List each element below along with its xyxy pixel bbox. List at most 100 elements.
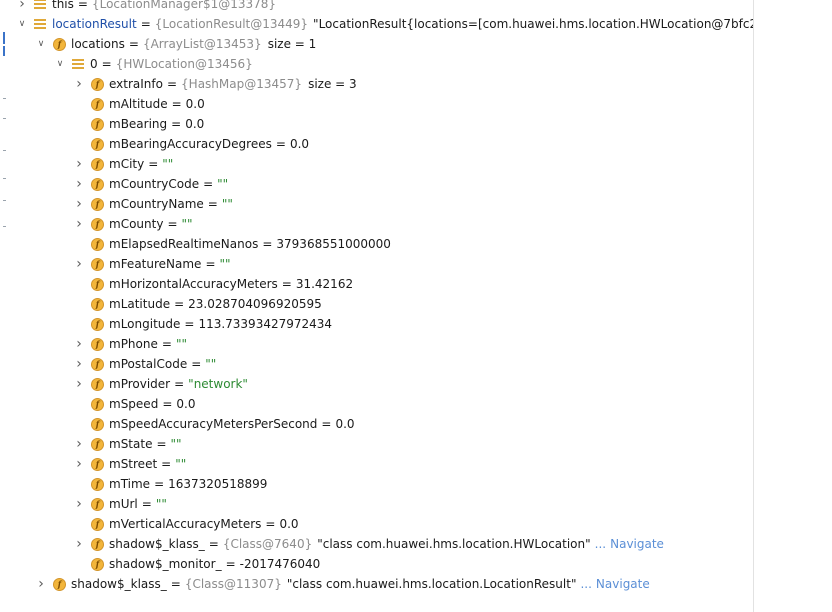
variable-row[interactable]: f mLatitude = 23.028704096920595 (73, 294, 322, 314)
variable-name: mBearing (109, 117, 168, 131)
variable-value: "" (170, 437, 182, 451)
equals-sign: = (275, 137, 286, 151)
chevron-right-icon[interactable]: › (73, 454, 85, 474)
variable-name: mState (109, 437, 153, 451)
equals-sign: = (77, 0, 88, 11)
variable-row[interactable]: f mTime = 1637320518899 (73, 474, 267, 494)
field-f-icon: f (91, 377, 104, 391)
variable-row[interactable]: f shadow$_monitor_ = -2017476040 (73, 554, 320, 574)
variable-name: mProvider (109, 377, 171, 391)
chevron-right-icon[interactable]: › (73, 334, 85, 354)
collection-size: size = 3 (308, 77, 357, 91)
equals-sign: = (281, 277, 292, 291)
variable-row[interactable]: f mLongitude = 113.73393427972434 (73, 314, 332, 334)
equals-sign: = (205, 257, 216, 271)
variable-value: 379368551000000 (276, 237, 391, 251)
equals-sign: = (170, 577, 181, 591)
equals-sign: = (141, 497, 152, 511)
variable-name: shadow$_klass_ (71, 577, 167, 591)
equals-sign: = (321, 417, 332, 431)
field-f-icon: f (91, 217, 104, 231)
variable-value: "class com.huawei.hms.location.HWLocatio… (317, 537, 591, 551)
equals-sign: = (203, 177, 214, 191)
variable-row[interactable]: f mBearing = 0.0 (73, 114, 204, 134)
chevron-right-icon[interactable]: › (73, 434, 85, 454)
variable-row[interactable]: f mAltitude = 0.0 (73, 94, 205, 114)
equals-sign: = (156, 437, 167, 451)
equals-sign: = (171, 97, 182, 111)
variable-name: mBearingAccuracyDegrees (109, 137, 272, 151)
gutter-tick (3, 98, 6, 99)
chevron-right-icon[interactable]: › (35, 574, 47, 594)
equals-sign: = (225, 557, 236, 571)
variable-row[interactable]: › f mPostalCode = "" (73, 354, 216, 374)
variable-row[interactable]: f mElapsedRealtimeNanos = 379368551000000 (73, 234, 391, 254)
variable-name: shadow$_monitor_ (109, 557, 222, 571)
equals-sign: = (161, 337, 172, 351)
variable-row[interactable]: ∨ locationResult = {LocationResult@13449} "L… (16, 14, 754, 34)
chevron-right-icon[interactable]: › (73, 354, 85, 374)
variable-row[interactable]: › this = {LocationManager$1@13378} (16, 0, 276, 14)
variable-name: mStreet (109, 457, 158, 471)
variable-row[interactable]: ∨ f locations = {ArrayList@13453} size = 1 (35, 34, 317, 54)
variable-row[interactable]: f mHorizontalAccuracyMeters = 31.42162 (73, 274, 353, 294)
equals-sign: = (128, 37, 139, 51)
variable-name: locations (71, 37, 125, 51)
field-f-icon: f (91, 417, 104, 431)
chevron-right-icon[interactable]: › (73, 534, 85, 554)
equals-sign: = (265, 517, 276, 531)
field-f-icon: f (91, 477, 104, 491)
variable-row[interactable]: › f shadow$_klass_ = {Class@11307} "class com… (35, 574, 650, 594)
chevron-down-icon[interactable]: ∨ (35, 34, 47, 54)
chevron-right-icon[interactable]: › (73, 374, 85, 394)
variable-name: 0 (90, 57, 98, 71)
variable-value: "" (217, 177, 229, 191)
field-f-icon: f (91, 137, 104, 151)
variable-row[interactable]: › f mFeatureName = "" (73, 254, 230, 274)
variable-name: extraInfo (109, 77, 163, 91)
variable-row[interactable]: › f mState = "" (73, 434, 182, 454)
variable-row[interactable]: f mSpeedAccuracyMetersPerSecond = 0.0 (73, 414, 355, 434)
chevron-right-icon[interactable]: › (73, 214, 85, 234)
variable-row[interactable]: › f mProvider = "network" (73, 374, 248, 394)
gutter-tick (3, 226, 6, 227)
chevron-down-icon[interactable]: ∨ (16, 14, 28, 34)
variable-name: mPhone (109, 337, 158, 351)
variable-row[interactable]: › f extraInfo = {HashMap@13457} size = 3 (73, 74, 357, 94)
ellipsis: ... (594, 537, 607, 551)
variable-row[interactable]: › f mStreet = "" (73, 454, 186, 474)
variable-row[interactable]: ∨ 0 = {HWLocation@13456} (54, 54, 253, 74)
variable-row[interactable]: › f shadow$_klass_ = {Class@7640} "class com.… (73, 534, 664, 554)
chevron-right-icon[interactable]: › (73, 494, 85, 514)
equals-sign: = (148, 157, 159, 171)
variable-value: "class com.huawei.hms.location.LocationR… (286, 577, 577, 591)
variable-row[interactable]: › f mCounty = "" (73, 214, 192, 234)
variable-row[interactable]: f mBearingAccuracyDegrees = 0.0 (73, 134, 309, 154)
variable-value: "" (205, 357, 217, 371)
chevron-right-icon[interactable]: › (73, 154, 85, 174)
navigate-link[interactable]: Navigate (610, 534, 664, 554)
chevron-right-icon[interactable]: › (73, 74, 85, 94)
variable-name: mHorizontalAccuracyMeters (109, 277, 278, 291)
variable-type: {Class@7640} (222, 537, 313, 551)
variable-row[interactable]: › f mCountryName = "" (73, 194, 233, 214)
chevron-right-icon[interactable]: › (73, 174, 85, 194)
variable-row[interactable]: › f mUrl = "" (73, 494, 167, 514)
variable-row[interactable]: › f mPhone = "" (73, 334, 187, 354)
variable-row[interactable]: › f mCountryCode = "" (73, 174, 228, 194)
chevron-right-icon[interactable]: › (73, 254, 85, 274)
field-f-icon: f (91, 297, 104, 311)
chevron-down-icon[interactable]: ∨ (54, 54, 66, 74)
variable-name: mSpeed (109, 397, 159, 411)
navigate-link[interactable]: Navigate (596, 574, 650, 594)
chevron-right-icon[interactable]: › (73, 194, 85, 214)
variable-name: mCity (109, 157, 145, 171)
variable-value: "LocationResult{locations=[com.huawei.hm… (313, 17, 754, 31)
variable-name: locationResult (52, 17, 137, 31)
variable-row[interactable]: f mSpeed = 0.0 (73, 394, 195, 414)
field-f-icon: f (91, 337, 104, 351)
list-lines-icon (72, 58, 84, 70)
chevron-right-icon[interactable]: › (16, 0, 28, 14)
variable-row[interactable]: f mVerticalAccuracyMeters = 0.0 (73, 514, 299, 534)
variable-row[interactable]: › f mCity = "" (73, 154, 173, 174)
